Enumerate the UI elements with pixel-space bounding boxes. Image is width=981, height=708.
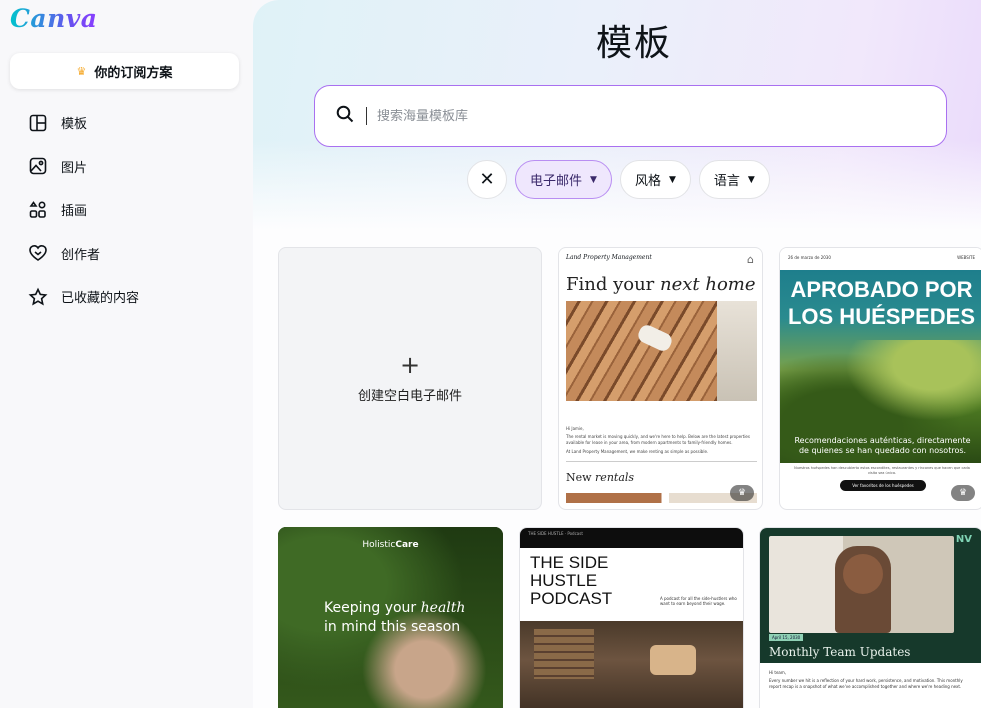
filter-label: 风格 <box>634 174 661 189</box>
template-brand: Land Property Management <box>566 254 652 261</box>
premium-crown-icon: ♛ <box>730 485 754 501</box>
subscription-plan-button[interactable]: ♛ 你的订阅方案 <box>10 53 239 89</box>
template-brand: HolisticCare <box>362 540 419 550</box>
text-cursor <box>366 107 367 125</box>
create-blank-label: 创建空白电子邮件 <box>357 389 462 404</box>
template-card-find-your-next-home[interactable]: Land Property Management ⌂ Find your nex… <box>558 247 763 510</box>
template-card-aprobado[interactable]: 26 de marzo de 2030 WEBSITE APROBADO POR… <box>779 247 981 510</box>
image-icon <box>28 156 48 176</box>
filter-email[interactable]: 电子邮件 ▼ <box>515 160 612 199</box>
template-topbar: 26 de marzo de 2030 WEBSITE <box>780 248 981 270</box>
template-headline: Find your next home <box>566 274 756 295</box>
template-topbar: THE SIDE HUSTLE · Podcast <box>520 528 743 548</box>
sidebar-item-creators[interactable]: 创作者 <box>0 232 252 276</box>
sidebar-item-label: 创作者 <box>61 247 101 263</box>
template-card-monthly-team-updates[interactable]: NV April 15, 2030 Monthly Team Updates H… <box>759 527 981 708</box>
chevron-down-icon: ▼ <box>590 174 597 185</box>
divider <box>566 461 757 462</box>
filter-language[interactable]: 语言 ▼ <box>698 160 770 199</box>
template-greeting: Hi team, <box>769 670 787 675</box>
template-body: Nuestros huéspedes han descubierto estos… <box>794 466 970 475</box>
canva-logo[interactable]: Canva <box>10 4 98 33</box>
chevron-down-icon: ▼ <box>668 174 676 185</box>
template-website: WEBSITE <box>957 255 975 260</box>
main-content: 模板 ✕ 电子邮件 ▼ 风格 ▼ 语言 ▼ + 创建空白电子邮件 Land Pr… <box>253 0 981 708</box>
shapes-icon <box>28 200 48 220</box>
sidebar-item-label: 图片 <box>61 160 88 176</box>
sidebar-item-templates[interactable]: 模板 <box>0 101 252 145</box>
chevron-down-icon: ▼ <box>747 174 755 185</box>
template-greeting: Hi Jamie, <box>566 426 584 431</box>
template-body-2: At Land Property Management, we make ren… <box>566 449 709 454</box>
filter-bar: ✕ 电子邮件 ▼ 风格 ▼ 语言 ▼ <box>467 160 770 199</box>
star-icon <box>28 287 48 307</box>
template-photo <box>520 621 743 708</box>
template-headline: APROBADO POR LOS HUÉSPEDES <box>787 277 976 329</box>
sidebar-item-favorites[interactable]: 已收藏的内容 <box>0 275 252 319</box>
clear-filters-button[interactable]: ✕ <box>467 160 507 199</box>
template-section-title: New rentals <box>566 471 635 484</box>
filter-label: 电子邮件 <box>530 174 583 189</box>
search-input[interactable] <box>377 108 917 124</box>
sidebar: Canva ♛ 你的订阅方案 模板 图片 插画 创作者 已收藏的内容 <box>0 0 252 708</box>
plus-icon: + <box>399 351 421 379</box>
filter-label: 语言 <box>713 174 740 189</box>
template-logo: NV <box>955 534 972 545</box>
template-body: Every number we hit is a reflection of y… <box>769 678 963 689</box>
create-blank-email-card[interactable]: + 创建空白电子邮件 <box>278 247 542 510</box>
template-photo <box>566 301 757 401</box>
template-headline: Monthly Team Updates <box>769 645 911 659</box>
sidebar-item-illustrations[interactable]: 插画 <box>0 188 252 232</box>
crown-icon: ♛ <box>76 64 87 78</box>
search-icon <box>335 104 355 128</box>
template-blurb: A podcast for all the side-hustlers who … <box>660 596 737 606</box>
template-headline: THE SIDE HUSTLE PODCAST <box>530 553 613 608</box>
search-bar[interactable] <box>314 85 947 147</box>
creator-heart-icon <box>28 243 48 263</box>
subscription-plan-label: 你的订阅方案 <box>94 65 173 81</box>
sidebar-item-label: 模板 <box>61 117 88 133</box>
filter-style[interactable]: 风格 ▼ <box>619 160 691 199</box>
house-icon: ⌂ <box>747 253 754 266</box>
template-icon <box>28 113 48 133</box>
template-headline: Keeping your health in mind this season <box>324 600 466 635</box>
template-cta: Ver favoritos de los huéspedes <box>840 480 926 491</box>
template-subhead: Recomendaciones auténticas, directamente… <box>794 436 971 455</box>
template-photo-strip <box>566 493 757 503</box>
sidebar-item-photos[interactable]: 图片 <box>0 145 252 189</box>
sidebar-nav: 模板 图片 插画 创作者 已收藏的内容 <box>0 101 252 319</box>
premium-crown-icon: ♛ <box>951 485 975 501</box>
close-icon: ✕ <box>479 169 495 190</box>
page-title: 模板 <box>595 23 672 64</box>
sidebar-item-label: 插画 <box>61 204 88 220</box>
template-date: 26 de marzo de 2030 <box>788 255 831 260</box>
template-body: The rental market is moving quickly, and… <box>566 434 750 445</box>
template-card-holistic-care[interactable]: HolisticCare Keeping your health in mind… <box>278 527 503 708</box>
template-date-badge: April 15, 2030 <box>769 634 804 641</box>
sidebar-item-label: 已收藏的内容 <box>61 291 140 307</box>
template-card-side-hustle-podcast[interactable]: THE SIDE HUSTLE · Podcast THE SIDE HUSTL… <box>519 527 744 708</box>
template-photo <box>769 536 954 633</box>
